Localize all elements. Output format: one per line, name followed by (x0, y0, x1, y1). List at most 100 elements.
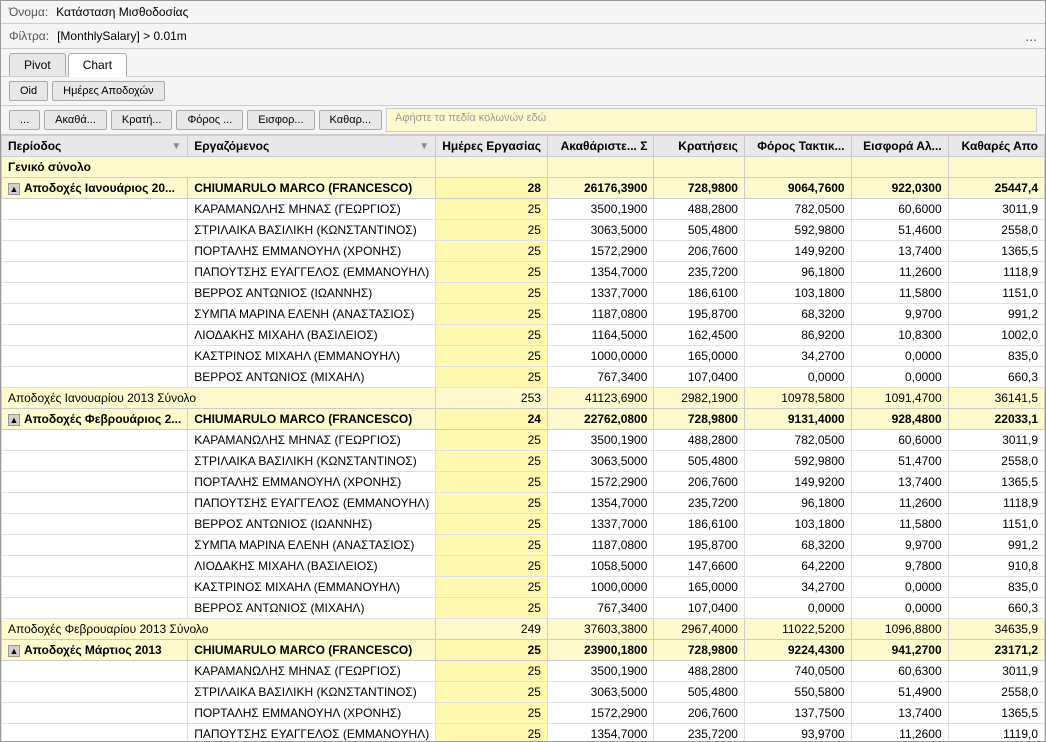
collapse-icon[interactable]: ▲ (8, 645, 20, 657)
col-employee-label: Εργαζόμενος (194, 139, 269, 153)
contribution-cell: 11,5800 (851, 283, 948, 304)
table-row[interactable]: ΣΤΡΙΛΑΙΚΑ ΒΑΣΙΛΙΚΗ (ΚΩΝΣΤΑΝΤΙΝΟΣ) 25 306… (2, 682, 1045, 703)
subtotal-row: Αποδοχές Φεβρουαρίου 2013 Σύνολο 249 376… (2, 619, 1045, 640)
employee-cell: ΒΕΡΡΟΣ ΑΝΤΩΝΙΟΣ (ΙΩΑΝΝΗΣ) (188, 283, 436, 304)
col-btn-net[interactable]: Καθαρ... (319, 110, 382, 130)
column-field-selector: ... Ακαθά... Κρατή... Φόρος ... Εισφορ..… (1, 106, 1045, 135)
drop-placeholder-text: Αφήστε τα πεδία κολωνών εδώ (395, 112, 546, 124)
employee-cell: ΣΤΡΙΛΑΙΚΑ ΒΑΣΙΛΙΚΗ (ΚΩΝΣΤΑΝΤΙΝΟΣ) (188, 451, 436, 472)
tax-cell: 34,2700 (744, 346, 851, 367)
table-row[interactable]: ΠΟΡΤΑΛΗΣ ΕΜΜΑΝΟΥΗΛ (ΧΡΟΝΗΣ) 25 1572,2900… (2, 703, 1045, 724)
table-row[interactable]: ΒΕΡΡΟΣ ΑΝΤΩΝΙΟΣ (ΙΩΑΝΝΗΣ) 25 1337,7000 1… (2, 514, 1045, 535)
table-row[interactable]: ΒΕΡΡΟΣ ΑΝΤΩΝΙΟΣ (ΜΙΧΑΗΛ) 25 767,3400 107… (2, 367, 1045, 388)
col-btn-contribution[interactable]: Εισφορ... (247, 110, 314, 130)
col-btn-dots[interactable]: ... (9, 110, 40, 130)
filter-more-button[interactable]: ... (1025, 28, 1037, 44)
col-btn-tax[interactable]: Φόρος ... (176, 110, 243, 130)
table-row[interactable]: ΚΑΡΑΜΑΝΩΛΗΣ ΜΗΝΑΣ (ΓΕΩΡΓΙΟΣ) 25 3500,190… (2, 199, 1045, 220)
table-row[interactable]: ΚΑΣΤΡΙΝΟΣ ΜΙΧΑΗΛ (ΕΜΜΑΝΟΥΗΛ) 25 1000,000… (2, 577, 1045, 598)
table-row[interactable]: ΣΤΡΙΛΑΙΚΑ ΒΑΣΙΛΙΚΗ (ΚΩΝΣΤΑΝΤΙΝΟΣ) 25 306… (2, 220, 1045, 241)
net-cell: 34635,9 (948, 619, 1044, 640)
table-row[interactable]: ΚΑΡΑΜΑΝΩΛΗΣ ΜΗΝΑΣ (ΓΕΩΡΓΙΟΣ) 25 3500,190… (2, 661, 1045, 682)
contribution-cell: 10,8300 (851, 325, 948, 346)
col-btn-gross[interactable]: Ακαθά... (44, 110, 107, 130)
grand-total-label-row: Γενικό σύνολο (2, 157, 1045, 178)
table-row[interactable]: ΠΑΠΟΥΤΣΗΣ ΕΥΑΓΓΕΛΟΣ (ΕΜΜΑΝΟΥΗΛ) 25 1354,… (2, 262, 1045, 283)
table-row[interactable]: ΣΤΡΙΛΑΙΚΑ ΒΑΣΙΛΙΚΗ (ΚΩΝΣΤΑΝΤΙΝΟΣ) 25 306… (2, 451, 1045, 472)
col-header-deductions[interactable]: Κρατήσεις (654, 136, 745, 157)
tax-cell: 96,1800 (744, 262, 851, 283)
field-btn-oid[interactable]: Oid (9, 81, 48, 101)
col-deductions-label: Κρατήσεις (678, 139, 738, 153)
period-cell (2, 472, 188, 493)
contribution-cell: 9,7800 (851, 556, 948, 577)
collapse-icon[interactable]: ▲ (8, 183, 20, 195)
gross-cell: 41123,6900 (547, 388, 653, 409)
deductions-cell: 195,8700 (654, 304, 745, 325)
tax-cell: 68,3200 (744, 304, 851, 325)
grand-total-label: Γενικό σύνολο (8, 160, 91, 174)
table-scroll[interactable]: Περίοδος ▼ Εργαζόμενος ▼ (1, 135, 1045, 741)
period-cell (2, 577, 188, 598)
collapse-icon[interactable]: ▲ (8, 414, 20, 426)
tab-chart[interactable]: Chart (68, 53, 127, 77)
col-header-net[interactable]: Καθαρές Απο (948, 136, 1044, 157)
table-row[interactable]: ΚΑΡΑΜΑΝΩΛΗΣ ΜΗΝΑΣ (ΓΕΩΡΓΙΟΣ) 25 3500,190… (2, 430, 1045, 451)
table-row[interactable]: ΒΕΡΡΟΣ ΑΝΤΩΝΙΟΣ (ΜΙΧΑΗΛ) 25 767,3400 107… (2, 598, 1045, 619)
deductions-cell: 206,7600 (654, 241, 745, 262)
table-row[interactable]: ΣΥΜΠΑ ΜΑΡΙΝΑ ΕΛΕΝΗ (ΑΝΑΣΤΑΣΙΟΣ) 25 1187,… (2, 304, 1045, 325)
col-header-days[interactable]: Ημέρες Εργασίας (436, 136, 548, 157)
period-cell (2, 598, 188, 619)
tax-cell: 93,9700 (744, 724, 851, 742)
col-header-tax[interactable]: Φόρος Τακτικ... (744, 136, 851, 157)
table-row[interactable]: ΣΥΜΠΑ ΜΑΡΙΝΑ ΕΛΕΝΗ (ΑΝΑΣΤΑΣΙΟΣ) 25 1187,… (2, 535, 1045, 556)
table-row[interactable]: ΠΟΡΤΑΛΗΣ ΕΜΜΑΝΟΥΗΛ (ΧΡΟΝΗΣ) 25 1572,2900… (2, 472, 1045, 493)
col-header-gross[interactable]: Ακαθάριστε... Σ (547, 136, 653, 157)
table-row[interactable]: ΠΑΠΟΥΤΣΗΣ ΕΥΑΓΓΕΛΟΣ (ΕΜΜΑΝΟΥΗΛ) 25 1354,… (2, 724, 1045, 742)
gross-cell: 1337,7000 (547, 283, 653, 304)
table-row[interactable]: ΒΕΡΡΟΣ ΑΝΤΩΝΙΟΣ (ΙΩΑΝΝΗΣ) 25 1337,7000 1… (2, 283, 1045, 304)
col-days-label: Ημέρες Εργασίας (442, 139, 541, 153)
col-period-sort-icon: ▼ (171, 141, 181, 152)
period-cell (2, 325, 188, 346)
days-cell: 25 (436, 451, 548, 472)
col-btn-deductions[interactable]: Κρατή... (111, 110, 173, 130)
employee-cell: ΛΙΟΔΑΚΗΣ ΜΙΧΑΗΛ (ΒΑΣΙΛΕΙΟΣ) (188, 325, 436, 346)
col-header-contribution[interactable]: Εισφορά Αλ... (851, 136, 948, 157)
col-employee-sort-icon: ▼ (419, 141, 429, 152)
field-btn-days[interactable]: Ημέρες Αποδοχών (52, 81, 165, 101)
table-body: ▲Αποδοχές Ιανουάριος 20... CHIUMARULO MA… (2, 178, 1045, 742)
gross-cell: 767,3400 (547, 598, 653, 619)
net-cell: 23171,2 (948, 640, 1044, 661)
subtotal-label-cell: Αποδοχές Φεβρουαρίου 2013 Σύνολο (2, 619, 436, 640)
employee-cell: ΠΟΡΤΑΛΗΣ ΕΜΜΑΝΟΥΗΛ (ΧΡΟΝΗΣ) (188, 703, 436, 724)
period-cell (2, 367, 188, 388)
filter-value: [MonthlySalary] > 0.01m (57, 29, 1017, 43)
period-cell (2, 535, 188, 556)
deductions-cell: 147,6600 (654, 556, 745, 577)
contribution-cell: 51,4700 (851, 451, 948, 472)
tab-pivot[interactable]: Pivot (9, 53, 66, 76)
col-header-period[interactable]: Περίοδος ▼ (2, 136, 188, 157)
net-cell: 22033,1 (948, 409, 1044, 430)
deductions-cell: 488,2800 (654, 661, 745, 682)
net-cell: 1365,5 (948, 241, 1044, 262)
gross-cell: 22762,0800 (547, 409, 653, 430)
deductions-cell: 2967,4000 (654, 619, 745, 640)
contribution-cell: 11,2600 (851, 262, 948, 283)
table-row[interactable]: ΛΙΟΔΑΚΗΣ ΜΙΧΑΗΛ (ΒΑΣΙΛΕΙΟΣ) 25 1058,5000… (2, 556, 1045, 577)
period-cell: ▲Αποδοχές Φεβρουάριος 2... (2, 409, 188, 430)
gross-cell: 3500,1900 (547, 430, 653, 451)
days-cell: 25 (436, 367, 548, 388)
col-contribution-label: Εισφορά Αλ... (863, 139, 942, 153)
table-row[interactable]: ΠΟΡΤΑΛΗΣ ΕΜΜΑΝΟΥΗΛ (ΧΡΟΝΗΣ) 25 1572,2900… (2, 241, 1045, 262)
table-row[interactable]: ΚΑΣΤΡΙΝΟΣ ΜΙΧΑΗΛ (ΕΜΜΑΝΟΥΗΛ) 25 1000,000… (2, 346, 1045, 367)
table-row[interactable]: ΛΙΟΔΑΚΗΣ ΜΙΧΑΗΛ (ΒΑΣΙΛΕΙΟΣ) 25 1164,5000… (2, 325, 1045, 346)
employee-cell: ΣΥΜΠΑ ΜΑΡΙΝΑ ΕΛΕΝΗ (ΑΝΑΣΤΑΣΙΟΣ) (188, 535, 436, 556)
deductions-cell: 165,0000 (654, 577, 745, 598)
net-cell: 991,2 (948, 535, 1044, 556)
table-row[interactable]: ΠΑΠΟΥΤΣΗΣ ΕΥΑΓΓΕΛΟΣ (ΕΜΜΑΝΟΥΗΛ) 25 1354,… (2, 493, 1045, 514)
gross-cell: 767,3400 (547, 367, 653, 388)
col-header-employee[interactable]: Εργαζόμενος ▼ (188, 136, 436, 157)
gross-cell: 1354,7000 (547, 262, 653, 283)
